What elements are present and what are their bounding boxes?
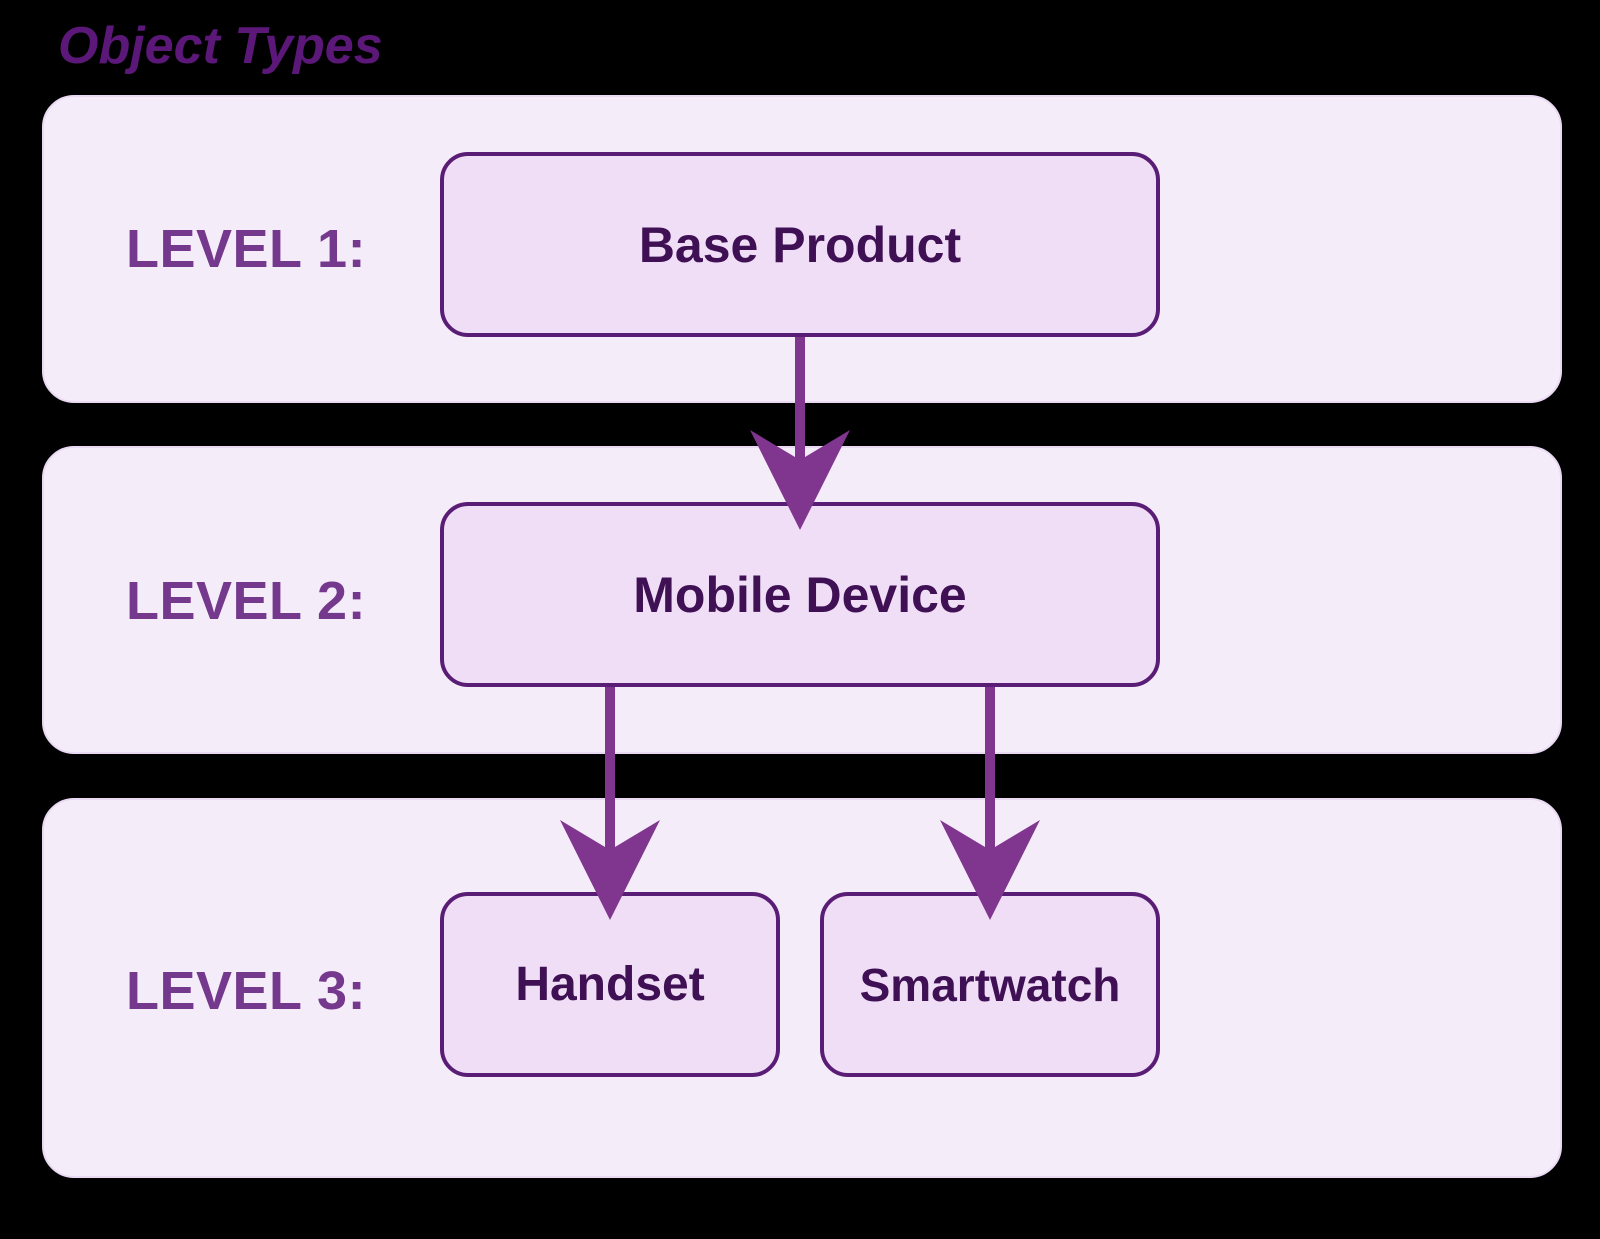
node-base-product: Base Product [440, 152, 1160, 337]
level-3-label: LEVEL 3: [126, 960, 366, 1022]
level-2-label: LEVEL 2: [126, 570, 366, 632]
diagram-title: Object Types [58, 16, 383, 76]
level-1-label: LEVEL 1: [126, 218, 366, 280]
node-mobile-device: Mobile Device [440, 502, 1160, 687]
node-smartwatch: Smartwatch [820, 892, 1160, 1077]
node-handset: Handset [440, 892, 780, 1077]
